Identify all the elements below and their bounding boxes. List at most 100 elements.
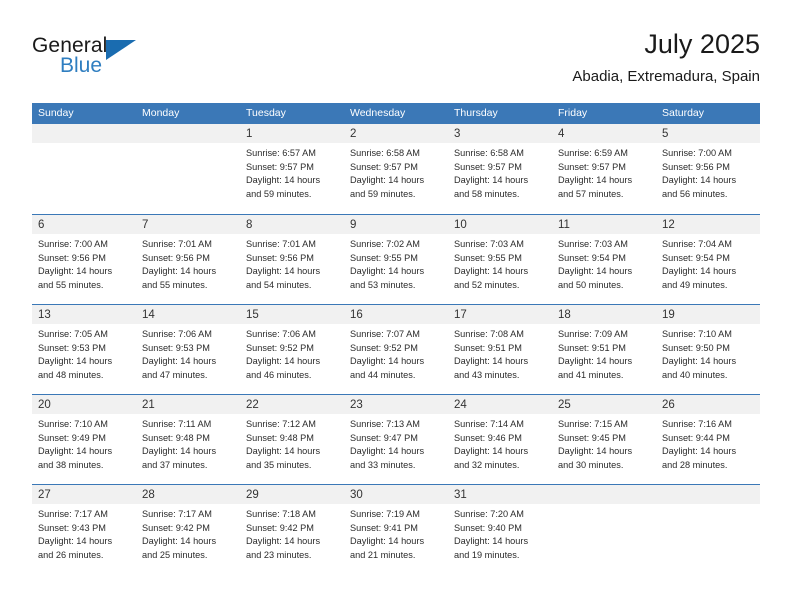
- calendar-day-cell[interactable]: 3 Sunrise: 6:58 AM Sunset: 9:57 PM Daylight…: [448, 124, 552, 214]
- calendar-day-cell[interactable]: 19 Sunrise: 7:10 AM Sunset: 9:50 PM Dayligh…: [656, 305, 760, 395]
- day-number: 23: [350, 399, 363, 411]
- daylight-text-line2: and 35 minutes.: [246, 459, 312, 470]
- day-number: 16: [350, 309, 363, 321]
- day-sun-info: Sunrise: 7:00 AM Sunset: 9:56 PM Daylight:…: [32, 234, 136, 292]
- calendar-day-cell[interactable]: 15 Sunrise: 7:06 AM Sunset: 9:52 PM Dayligh…: [240, 305, 344, 395]
- daylight-text-line2: and 54 minutes.: [246, 279, 312, 290]
- daylight-text-line1: Daylight: 14 hours: [558, 266, 633, 277]
- weekday-header-sunday: Sunday: [38, 107, 74, 119]
- day-number-band: 13: [32, 305, 136, 324]
- calendar-day-cell-empty: [552, 485, 656, 575]
- calendar-day-cell[interactable]: 4 Sunrise: 6:59 AM Sunset: 9:57 PM Daylight…: [552, 124, 656, 214]
- calendar-day-cell[interactable]: 22 Sunrise: 7:12 AM Sunset: 9:48 PM Dayligh…: [240, 395, 344, 485]
- daylight-text-line1: Daylight: 14 hours: [350, 536, 425, 547]
- calendar-day-cell[interactable]: 25 Sunrise: 7:15 AM Sunset: 9:45 PM Dayligh…: [552, 395, 656, 485]
- sunrise-text: Sunrise: 7:08 AM: [454, 329, 524, 339]
- sunset-text: Sunset: 9:52 PM: [350, 342, 418, 353]
- calendar-day-cell[interactable]: 6 Sunrise: 7:00 AM Sunset: 9:56 PM Daylight…: [32, 215, 136, 305]
- calendar-day-cell[interactable]: 8 Sunrise: 7:01 AM Sunset: 9:56 PM Daylight…: [240, 215, 344, 305]
- daylight-text-line1: Daylight: 14 hours: [350, 356, 425, 367]
- daylight-text-line2: and 57 minutes.: [558, 188, 624, 199]
- daylight-text-line1: Daylight: 14 hours: [662, 175, 737, 186]
- calendar-day-cell[interactable]: 31 Sunrise: 7:20 AM Sunset: 9:40 PM Dayligh…: [448, 485, 552, 575]
- day-sun-info: Sunrise: 7:03 AM Sunset: 9:54 PM Daylight:…: [552, 234, 656, 292]
- sunrise-text: Sunrise: 7:10 AM: [662, 329, 732, 339]
- sunset-text: Sunset: 9:41 PM: [350, 522, 418, 533]
- brand-logo[interactable]: General Blue: [32, 34, 212, 90]
- calendar-day-cell[interactable]: 24 Sunrise: 7:14 AM Sunset: 9:46 PM Dayligh…: [448, 395, 552, 485]
- sunrise-text: Sunrise: 7:11 AM: [142, 419, 212, 429]
- calendar-day-cell[interactable]: 27 Sunrise: 7:17 AM Sunset: 9:43 PM Dayligh…: [32, 485, 136, 575]
- calendar-day-cell[interactable]: 9 Sunrise: 7:02 AM Sunset: 9:55 PM Daylight…: [344, 215, 448, 305]
- calendar-day-cell[interactable]: 23 Sunrise: 7:13 AM Sunset: 9:47 PM Dayligh…: [344, 395, 448, 485]
- calendar-day-cell[interactable]: 10 Sunrise: 7:03 AM Sunset: 9:55 PM Dayligh…: [448, 215, 552, 305]
- sunset-text: Sunset: 9:47 PM: [350, 432, 418, 443]
- weekday-header-thursday: Thursday: [454, 107, 498, 119]
- calendar-day-cell[interactable]: 1 Sunrise: 6:57 AM Sunset: 9:57 PM Daylight…: [240, 124, 344, 214]
- calendar-day-cell[interactable]: 21 Sunrise: 7:11 AM Sunset: 9:48 PM Dayligh…: [136, 395, 240, 485]
- calendar-day-cell[interactable]: 30 Sunrise: 7:19 AM Sunset: 9:41 PM Dayligh…: [344, 485, 448, 575]
- sunset-text: Sunset: 9:49 PM: [38, 432, 106, 443]
- sunrise-text: Sunrise: 7:20 AM: [454, 509, 524, 519]
- sunset-text: Sunset: 9:51 PM: [454, 342, 522, 353]
- daylight-text-line1: Daylight: 14 hours: [246, 536, 321, 547]
- day-number-band: 19: [656, 305, 760, 324]
- day-number-band: 26: [656, 395, 760, 414]
- day-number: 11: [558, 219, 570, 231]
- sunset-text: Sunset: 9:53 PM: [38, 342, 106, 353]
- calendar-day-cell[interactable]: 17 Sunrise: 7:08 AM Sunset: 9:51 PM Dayligh…: [448, 305, 552, 395]
- day-sun-info: Sunrise: 7:02 AM Sunset: 9:55 PM Daylight:…: [344, 234, 448, 292]
- daylight-text-line1: Daylight: 14 hours: [38, 356, 113, 367]
- calendar-day-cell[interactable]: 12 Sunrise: 7:04 AM Sunset: 9:54 PM Dayligh…: [656, 215, 760, 305]
- calendar-day-cell[interactable]: 20 Sunrise: 7:10 AM Sunset: 9:49 PM Dayligh…: [32, 395, 136, 485]
- day-sun-info: Sunrise: 7:01 AM Sunset: 9:56 PM Daylight:…: [136, 234, 240, 292]
- day-number-band: 15: [240, 305, 344, 324]
- daylight-text-line2: and 21 minutes.: [350, 549, 416, 560]
- daylight-text-line1: Daylight: 14 hours: [38, 266, 113, 277]
- daylight-text-line2: and 56 minutes.: [662, 188, 728, 199]
- calendar-day-cell[interactable]: 7 Sunrise: 7:01 AM Sunset: 9:56 PM Daylight…: [136, 215, 240, 305]
- daylight-text-line2: and 44 minutes.: [350, 369, 416, 380]
- page-title: July 2025: [644, 29, 760, 59]
- daylight-text-line2: and 46 minutes.: [246, 369, 312, 380]
- calendar-week-row: 27 Sunrise: 7:17 AM Sunset: 9:43 PM Dayligh…: [32, 484, 760, 574]
- calendar-day-cell[interactable]: 28 Sunrise: 7:17 AM Sunset: 9:42 PM Dayligh…: [136, 485, 240, 575]
- day-number-band: 27: [32, 485, 136, 504]
- calendar-day-cell[interactable]: 11 Sunrise: 7:03 AM Sunset: 9:54 PM Dayligh…: [552, 215, 656, 305]
- daylight-text-line1: Daylight: 14 hours: [350, 175, 425, 186]
- daylight-text-line2: and 58 minutes.: [454, 188, 520, 199]
- calendar-day-cell[interactable]: 14 Sunrise: 7:06 AM Sunset: 9:53 PM Dayligh…: [136, 305, 240, 395]
- daylight-text-line1: Daylight: 14 hours: [558, 356, 633, 367]
- calendar-day-cell-empty: [32, 124, 136, 214]
- day-sun-info: Sunrise: 7:19 AM Sunset: 9:41 PM Daylight:…: [344, 504, 448, 562]
- sunrise-text: Sunrise: 7:15 AM: [558, 419, 628, 429]
- day-sun-info: Sunrise: 7:04 AM Sunset: 9:54 PM Daylight:…: [656, 234, 760, 292]
- daylight-text-line1: Daylight: 14 hours: [246, 266, 321, 277]
- calendar-day-cell[interactable]: 26 Sunrise: 7:16 AM Sunset: 9:44 PM Dayligh…: [656, 395, 760, 485]
- daylight-text-line1: Daylight: 14 hours: [142, 266, 217, 277]
- sunset-text: Sunset: 9:48 PM: [142, 432, 210, 443]
- day-number-band: 25: [552, 395, 656, 414]
- sunset-text: Sunset: 9:54 PM: [662, 252, 730, 263]
- calendar-day-cell[interactable]: 29 Sunrise: 7:18 AM Sunset: 9:42 PM Dayligh…: [240, 485, 344, 575]
- daylight-text-line2: and 33 minutes.: [350, 459, 416, 470]
- calendar-day-cell[interactable]: 5 Sunrise: 7:00 AM Sunset: 9:56 PM Daylight…: [656, 124, 760, 214]
- day-sun-info: Sunrise: 7:10 AM Sunset: 9:49 PM Daylight:…: [32, 414, 136, 472]
- daylight-text-line1: Daylight: 14 hours: [38, 536, 113, 547]
- day-number: 17: [454, 309, 467, 321]
- day-number-band: 31: [448, 485, 552, 504]
- daylight-text-line2: and 47 minutes.: [142, 369, 208, 380]
- calendar-day-cell[interactable]: 2 Sunrise: 6:58 AM Sunset: 9:57 PM Daylight…: [344, 124, 448, 214]
- calendar-day-cell[interactable]: 18 Sunrise: 7:09 AM Sunset: 9:51 PM Dayligh…: [552, 305, 656, 395]
- daylight-text-line1: Daylight: 14 hours: [246, 356, 321, 367]
- day-sun-info: Sunrise: 7:08 AM Sunset: 9:51 PM Daylight:…: [448, 324, 552, 382]
- page-header: General Blue July 2025 Abadia, Extremadu…: [32, 28, 760, 98]
- calendar-day-cell[interactable]: 13 Sunrise: 7:05 AM Sunset: 9:53 PM Dayligh…: [32, 305, 136, 395]
- calendar-week-row: 6 Sunrise: 7:00 AM Sunset: 9:56 PM Daylight…: [32, 214, 760, 304]
- sunset-text: Sunset: 9:55 PM: [454, 252, 522, 263]
- sunrise-text: Sunrise: 7:09 AM: [558, 329, 628, 339]
- day-number: 13: [38, 309, 51, 321]
- daylight-text-line2: and 26 minutes.: [38, 549, 104, 560]
- calendar-day-cell[interactable]: 16 Sunrise: 7:07 AM Sunset: 9:52 PM Dayligh…: [344, 305, 448, 395]
- day-sun-info: Sunrise: 7:18 AM Sunset: 9:42 PM Daylight:…: [240, 504, 344, 562]
